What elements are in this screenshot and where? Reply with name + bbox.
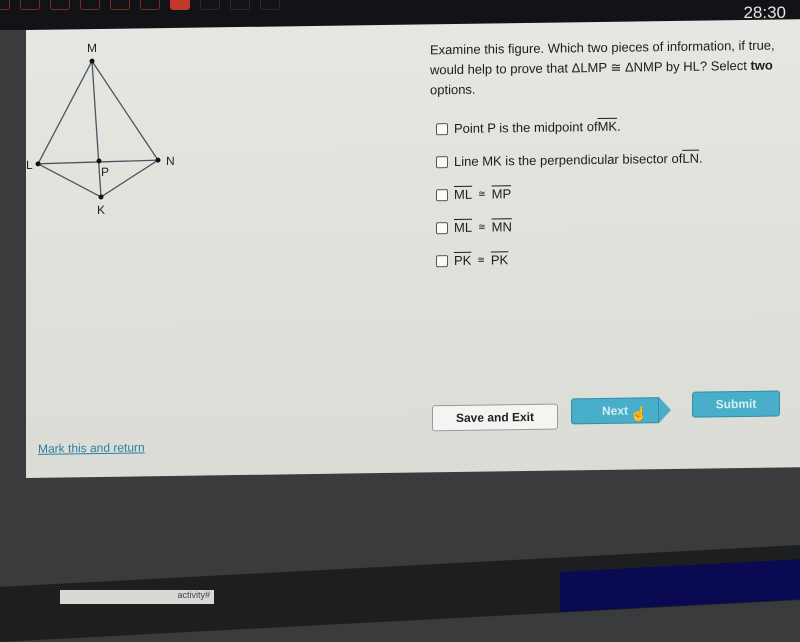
submit-button[interactable]: Submit [692,390,780,418]
checkbox[interactable] [436,254,448,267]
checkbox[interactable] [436,155,448,168]
label-l: L [26,158,33,172]
checkbox[interactable] [436,188,448,201]
save-and-exit-button[interactable]: Save and Exit [432,403,558,432]
answer-options: Point P is the midpoint of MK. Line MK i… [436,109,703,278]
checkbox[interactable] [436,122,448,135]
segment-label: ML [454,186,473,203]
option-text: Point P is the midpoint of [454,119,598,137]
question-emphasis: two [750,57,773,73]
label-p: P [101,165,109,179]
segment-mn [91,60,159,161]
segment-label: PK [454,252,472,269]
progress-box-completed[interactable] [140,0,160,10]
option-text: Line MK is the perpendicular bisector of [454,150,683,170]
checkbox[interactable] [436,221,448,234]
label-k: K [97,203,105,217]
point-k [98,194,104,200]
progress-box-completed[interactable] [50,0,70,10]
label-n: N [166,154,175,168]
progress-box-upcoming[interactable] [230,0,250,10]
segment-nk [100,159,159,198]
option-pk-congruent-pk[interactable]: PK ≅ PK [436,241,703,278]
segment-label: LN [682,150,699,166]
congruent-symbol: ≅ [478,221,486,232]
question-text-end: options. [430,81,476,98]
option-midpoint[interactable]: Point P is the midpoint of MK. [436,109,703,146]
label-m: M [87,41,97,55]
point-l [35,161,41,167]
congruent-symbol: ≅ [478,188,486,199]
segment-label: MP [491,186,512,202]
geometry-figure: M L N P K [26,41,175,217]
progress-box-upcoming[interactable] [260,0,280,10]
segment-label: MN [491,219,512,235]
progress-box-completed[interactable] [0,0,10,10]
segment-ml [37,60,93,165]
option-suffix: . [617,118,621,134]
question-progress [0,0,280,10]
progress-box-completed[interactable] [110,0,130,10]
question-prompt: Examine this figure. Which two pieces of… [430,35,780,100]
option-ml-congruent-mp[interactable]: ML ≅ MP [436,175,703,212]
hand-cursor-icon: ☝ [630,405,648,422]
segment-label: PK [490,252,509,268]
progress-box-completed[interactable] [80,0,100,10]
mark-and-return-link[interactable]: Mark this and return [38,440,145,455]
taskbar-tooltip: activity# [60,590,214,604]
congruent-symbol: ≅ [477,254,485,265]
option-perpendicular-bisector[interactable]: Line MK is the perpendicular bisector of… [436,142,703,179]
option-suffix: . [698,150,703,166]
segment-lk [37,163,102,198]
progress-box-completed[interactable] [20,0,40,10]
question-text: Examine this figure. Which two pieces of… [430,37,775,78]
question-panel: M L N P K Examine this figure. Which two… [26,19,800,478]
segment-mk [91,61,102,198]
point-p [96,158,102,164]
option-ml-congruent-mn[interactable]: ML ≅ MN [436,208,703,245]
segment-label: ML [454,219,473,236]
segment-label: MK [597,118,618,135]
progress-box-upcoming[interactable] [200,0,220,10]
progress-box-current[interactable] [170,0,190,10]
